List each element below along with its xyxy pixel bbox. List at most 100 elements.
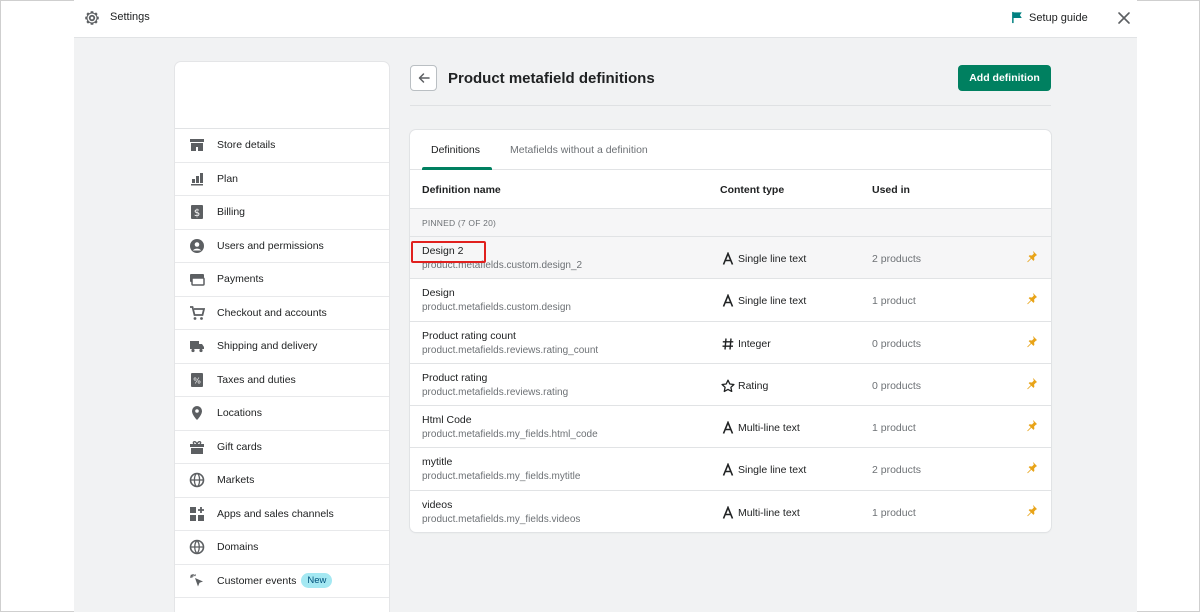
hash-icon xyxy=(722,338,734,350)
gift-icon xyxy=(190,440,204,454)
page-title: Product metafield definitions xyxy=(448,70,655,87)
sidebar-item-label: Billing xyxy=(217,206,246,219)
payments-icon xyxy=(190,274,205,286)
sidebar-item-billing[interactable]: $ Billing xyxy=(175,196,389,230)
svg-text:$: $ xyxy=(194,208,200,219)
tabs: Definitions Metafields without a definit… xyxy=(410,130,1051,170)
used-in: 1 product xyxy=(872,295,916,308)
definition-name[interactable]: Product rating count xyxy=(422,330,516,342)
table-row[interactable]: mytitle product.metafields.my_fields.myt… xyxy=(410,448,1051,491)
settings-sidebar: Store details Plan $ Billing Users and p… xyxy=(175,62,389,612)
used-in: 2 products xyxy=(872,464,922,477)
sidebar-item-label: Apps and sales channels xyxy=(217,507,334,520)
definition-name[interactable]: Design 2 xyxy=(422,245,463,257)
pin-icon[interactable] xyxy=(1025,504,1038,517)
pin-icon[interactable] xyxy=(1025,419,1038,432)
sidebar-item-plan[interactable]: Plan xyxy=(175,163,389,196)
sidebar-item-label: Payments xyxy=(217,273,264,286)
sidebar-item-taxes[interactable]: % Taxes and duties xyxy=(175,364,389,397)
sidebar-item-locations[interactable]: Locations xyxy=(175,397,389,431)
pinned-section-label: PINNED (7 OF 20) xyxy=(422,218,497,228)
table-row[interactable]: Html Code product.metafields.my_fields.h… xyxy=(410,406,1051,449)
plan-icon xyxy=(191,172,203,186)
domains-icon xyxy=(189,539,205,555)
tab-definitions[interactable]: Definitions xyxy=(431,144,480,156)
pin-icon[interactable] xyxy=(1025,377,1038,390)
sidebar-item-apps[interactable]: Apps and sales channels xyxy=(175,498,389,531)
content-type: Rating xyxy=(721,379,768,393)
sidebar-item-users[interactable]: Users and permissions xyxy=(175,230,389,263)
sidebar-item-label: Users and permissions xyxy=(217,239,324,252)
close-icon[interactable] xyxy=(1116,10,1132,26)
definition-key: product.metafields.reviews.rating_count xyxy=(422,344,599,356)
pin-icon[interactable] xyxy=(1025,461,1038,474)
definition-name[interactable]: Html Code xyxy=(422,414,472,426)
pin-icon[interactable] xyxy=(1025,292,1038,305)
sidebar-item-label: Locations xyxy=(217,407,262,420)
sidebar-item-label: Markets xyxy=(217,474,255,487)
tab-metafields-without-definition[interactable]: Metafields without a definition xyxy=(510,144,648,156)
sidebar-item-shipping[interactable]: Shipping and delivery xyxy=(175,330,389,364)
add-definition-button[interactable]: Add definition xyxy=(958,65,1051,91)
definition-name[interactable]: mytitle xyxy=(422,456,452,468)
content-type-label: Single line text xyxy=(738,295,807,308)
sidebar-item-store-details[interactable]: Store details xyxy=(175,129,389,163)
sidebar-item-more[interactable] xyxy=(175,598,389,612)
back-button[interactable] xyxy=(410,65,437,91)
definition-name[interactable]: videos xyxy=(422,499,452,511)
content-type: Multi-line text xyxy=(721,505,800,520)
used-in: 0 products xyxy=(872,337,922,350)
store-header xyxy=(175,62,389,129)
sidebar-item-gift-cards[interactable]: Gift cards xyxy=(175,431,389,464)
content-type: Single line text xyxy=(721,252,806,266)
table-row[interactable]: Product rating count product.metafields.… xyxy=(410,322,1051,364)
text-icon xyxy=(722,505,734,519)
column-header-used[interactable]: Used in xyxy=(872,184,910,196)
content-type-label: Single line text xyxy=(738,253,807,265)
column-header-type[interactable]: Content type xyxy=(720,184,784,196)
page-header-title: Settings xyxy=(110,11,150,23)
content-type: Single line text xyxy=(721,294,806,308)
top-bar: Settings Setup guide xyxy=(74,0,1137,38)
svg-text:%: % xyxy=(193,376,201,385)
definition-key: product.metafields.my_fields.videos xyxy=(422,513,581,525)
text-icon xyxy=(722,252,734,265)
taxes-icon: % xyxy=(191,372,203,387)
definition-name[interactable]: Product rating xyxy=(422,372,487,384)
definition-key: product.metafields.my_fields.mytitle xyxy=(422,471,581,483)
content-type-label: Integer xyxy=(738,337,771,350)
table-row[interactable]: videos product.metafields.my_fields.vide… xyxy=(410,491,1051,532)
definition-key: product.metafields.reviews.rating xyxy=(422,386,569,398)
sidebar-item-domains[interactable]: Domains xyxy=(175,531,389,565)
billing-icon: $ xyxy=(191,205,203,220)
flag-icon[interactable] xyxy=(1011,11,1024,24)
table-row[interactable]: Design 2 product.metafields.custom.desig… xyxy=(410,237,1051,280)
setup-guide-link[interactable]: Setup guide xyxy=(1029,12,1088,24)
pinned-section-header: PINNED (7 OF 20) xyxy=(410,209,1051,237)
gear-icon xyxy=(85,11,99,25)
definitions-card: Definitions Metafields without a definit… xyxy=(410,130,1051,532)
globe-icon xyxy=(189,472,205,488)
definition-name[interactable]: Design xyxy=(422,287,455,299)
sidebar-item-customer-events[interactable]: Customer events New xyxy=(175,565,389,598)
content-type: Integer xyxy=(721,337,771,351)
content-type-label: Single line text xyxy=(738,464,807,477)
user-icon xyxy=(190,238,204,253)
sidebar-item-checkout[interactable]: Checkout and accounts xyxy=(175,297,389,330)
sidebar-item-payments[interactable]: Payments xyxy=(175,263,389,297)
pin-icon[interactable] xyxy=(1025,250,1038,263)
table-header: Definition name Content type Used in xyxy=(410,170,1051,209)
table-row[interactable]: Design product.metafields.custom.design … xyxy=(410,279,1051,322)
table-row[interactable]: Product rating product.metafields.review… xyxy=(410,364,1051,407)
definition-key: product.metafields.my_fields.html_code xyxy=(422,429,598,441)
definition-key: product.metafields.custom.design xyxy=(422,302,571,314)
column-header-name[interactable]: Definition name xyxy=(422,184,501,196)
settings-app: Settings Setup guide Store details Plan … xyxy=(74,0,1137,612)
sidebar-item-markets[interactable]: Markets xyxy=(175,464,389,498)
location-icon xyxy=(192,406,202,421)
content-type: Single line text xyxy=(721,463,806,477)
sidebar-item-label: Plan xyxy=(217,172,239,185)
header-divider xyxy=(410,105,1051,106)
pin-icon[interactable] xyxy=(1025,335,1038,348)
store-icon xyxy=(190,139,204,152)
